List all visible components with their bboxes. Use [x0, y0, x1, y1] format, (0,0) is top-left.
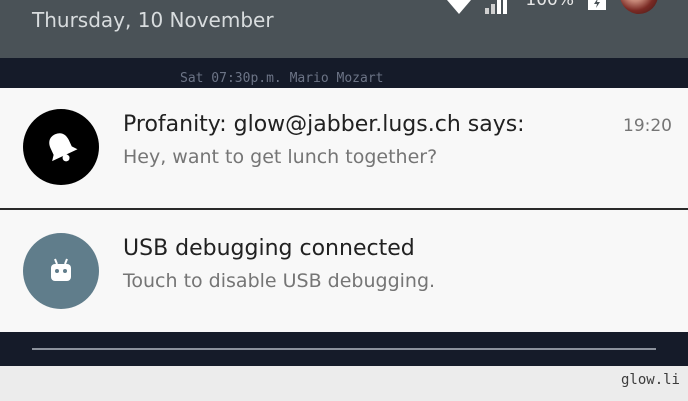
notification-icon [23, 109, 99, 185]
notification-time: 19:20 [623, 116, 672, 136]
signal-icon[interactable] [485, 0, 511, 14]
background-terminal: Sat 07:30p.m. Mario Mozart [0, 58, 688, 88]
android-icon [51, 258, 71, 281]
battery-percent: 100% [525, 0, 574, 10]
terminal-text: Sat 07:30p.m. Mario Mozart [180, 71, 384, 86]
date-label[interactable]: Thursday, 10 November [32, 8, 274, 32]
avatar[interactable] [620, 0, 658, 14]
notification-text: Hey, want to get lunch together? [123, 146, 438, 168]
wifi-icon[interactable] [447, 0, 472, 14]
status-icons: 100% [447, 0, 658, 16]
watermark: glow.li [620, 372, 680, 388]
bell-icon [49, 133, 78, 162]
notification-title: Profanity: glow@jabber.lugs.ch says: [123, 112, 525, 137]
notification-shade-header: Thursday, 10 November 100% [0, 0, 688, 58]
notification-icon [23, 233, 99, 309]
battery-icon[interactable] [588, 0, 606, 10]
shade-drag-handle[interactable] [32, 348, 656, 350]
notification-profanity[interactable]: Profanity: glow@jabber.lugs.ch says: Hey… [0, 88, 688, 208]
notification-usb-debugging[interactable]: USB debugging connected Touch to disable… [0, 210, 688, 332]
footer-bar [0, 366, 688, 401]
notification-text: Touch to disable USB debugging. [123, 270, 436, 292]
notification-title: USB debugging connected [123, 236, 415, 261]
